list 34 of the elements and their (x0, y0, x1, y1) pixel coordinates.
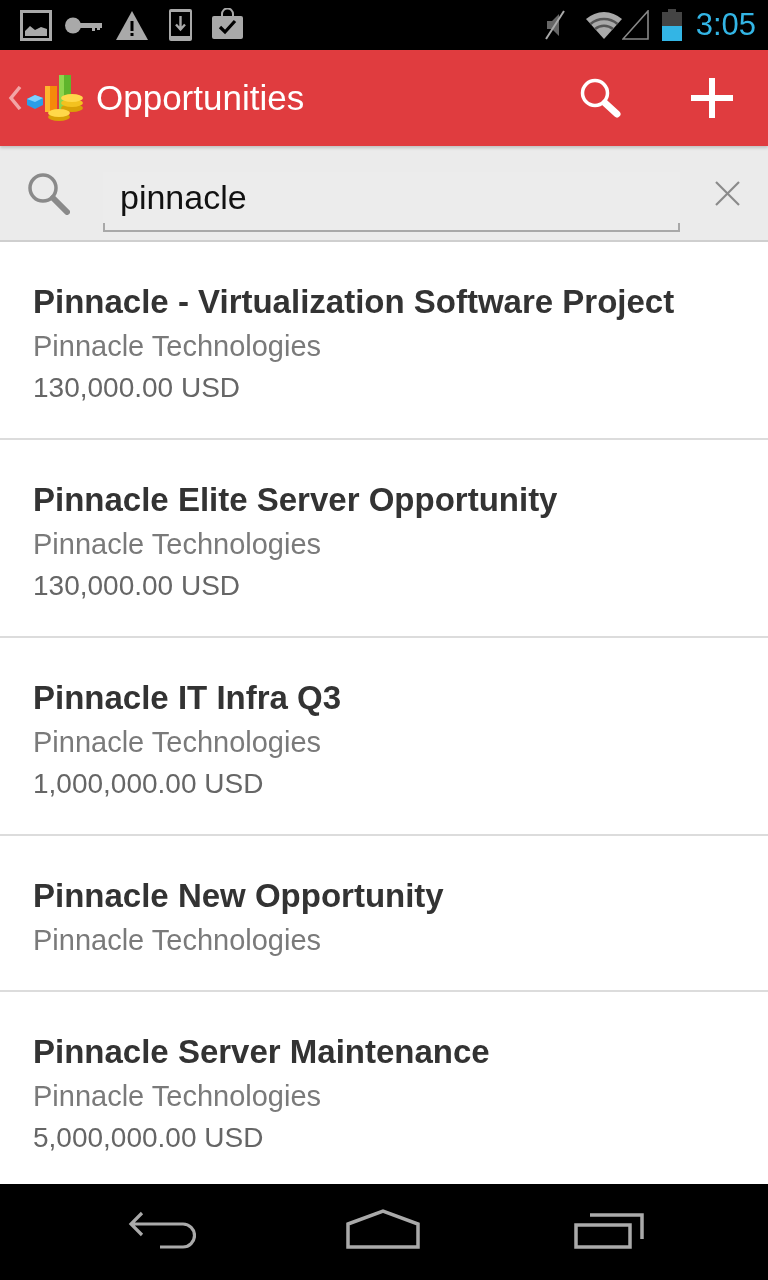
account-name: Pinnacle Technologies (33, 329, 323, 364)
clock-time: 3:05 (695, 7, 756, 43)
search-icon[interactable] (578, 77, 622, 119)
signal-icon (621, 10, 649, 40)
account-name: Pinnacle Technologies (33, 725, 323, 760)
search-bar[interactable]: pinnacle (0, 146, 768, 242)
account-name: Pinnacle Technologies (33, 527, 323, 562)
amount-text: 130,000.00 USD (33, 569, 242, 603)
image-icon (20, 10, 52, 41)
screen-title: Opportunities (96, 77, 305, 119)
amount-text: 130,000.00 USD (33, 371, 242, 405)
wifi-icon (585, 11, 622, 39)
account-name: Pinnacle Technologies (33, 1079, 323, 1114)
plus-icon[interactable] (691, 78, 733, 118)
amount-text: 5,000,000.00 USD (33, 1121, 265, 1155)
opportunity-name: Pinnacle Server Maintenance (33, 1032, 491, 1072)
chart-coins-icon (27, 74, 85, 122)
amount-text: 1,000,000.00 USD (33, 767, 265, 801)
battery-icon (661, 9, 682, 41)
close-icon[interactable] (715, 180, 740, 206)
bag-check-icon (212, 7, 243, 39)
opportunity-name: Pinnacle New Opportunity (33, 876, 445, 916)
opportunity-name: Pinnacle IT Infra Q3 (33, 678, 343, 718)
back-icon[interactable] (128, 1211, 196, 1249)
search-icon (27, 171, 70, 215)
chevron-left-icon[interactable] (8, 86, 22, 110)
account-name: Pinnacle Technologies (33, 923, 323, 958)
key-icon (65, 16, 102, 34)
home-icon[interactable] (346, 1209, 420, 1249)
download-icon (169, 9, 192, 41)
opportunity-name: Pinnacle Elite Server Opportunity (33, 480, 559, 520)
warning-icon (116, 10, 148, 40)
opportunity-name: Pinnacle - Virtualization Software Project (33, 282, 676, 322)
muted-speaker-icon (544, 10, 565, 40)
